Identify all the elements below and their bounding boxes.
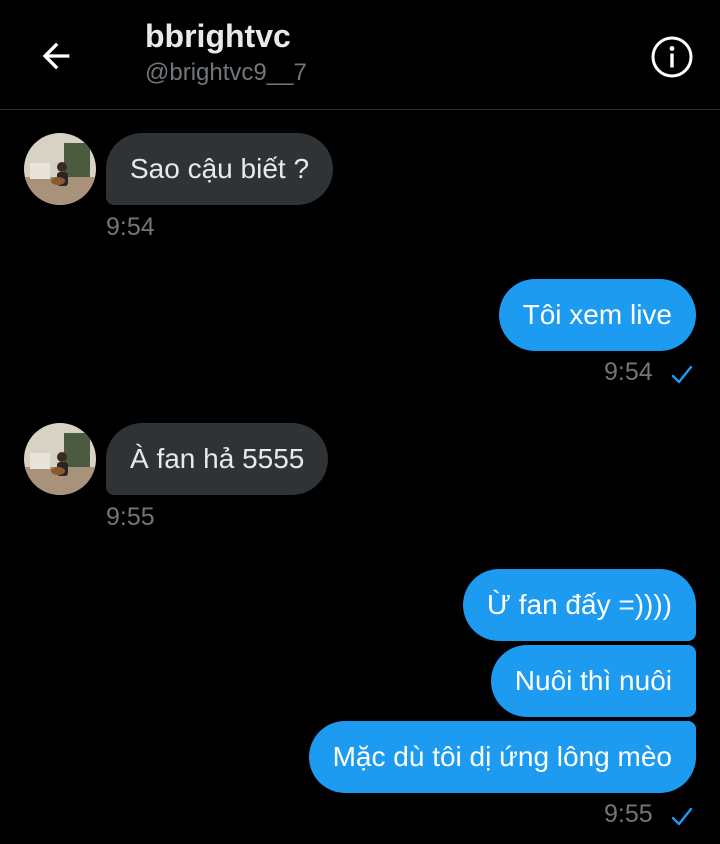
avatar[interactable] (24, 423, 96, 495)
avatar[interactable] (24, 133, 96, 205)
conversation-handle: @brightvc9__7 (145, 59, 307, 86)
info-icon (651, 36, 693, 78)
message-text: Nuôi thì nuôi (514, 665, 672, 696)
message-bubble-incoming[interactable]: À fan hả 5555 (106, 423, 329, 495)
message-text: À fan hả 5555 (130, 443, 305, 474)
message-bubble-outgoing[interactable]: Mặc dù tôi dị ứng lông mèo (308, 721, 696, 793)
message-bubble-outgoing[interactable]: Nuôi thì nuôi (490, 645, 696, 717)
info-button[interactable] (648, 33, 696, 81)
back-button[interactable] (32, 32, 80, 80)
message-bubble-outgoing[interactable]: Ừ fan đấy =)))) (463, 569, 696, 641)
avatar-image (24, 423, 96, 495)
message-text: Ừ fan đấy =)))) (487, 589, 672, 620)
message-timestamp: 9:54 (604, 358, 653, 386)
arrow-left-icon (42, 42, 70, 70)
avatar-image (24, 133, 96, 205)
message-text: Sao cậu biết ? (130, 153, 310, 184)
message-timestamp: 9:55 (106, 503, 155, 531)
conversation-title-block[interactable]: bbrightvc @brightvc9__7 (145, 16, 307, 88)
check-icon (671, 365, 693, 384)
message-text: Mặc dù tôi dị ứng lông mèo (332, 741, 672, 772)
conversation-title: bbrightvc (145, 18, 291, 54)
message-bubble-outgoing[interactable]: Tôi xem live (498, 279, 696, 351)
check-icon (671, 807, 693, 826)
conversation-header: bbrightvc @brightvc9__7 (0, 0, 720, 110)
message-timestamp: 9:54 (106, 213, 155, 241)
message-text: Tôi xem live (522, 299, 672, 330)
message-bubble-incoming[interactable]: Sao cậu biết ? (106, 133, 334, 205)
message-timestamp: 9:55 (604, 800, 653, 828)
